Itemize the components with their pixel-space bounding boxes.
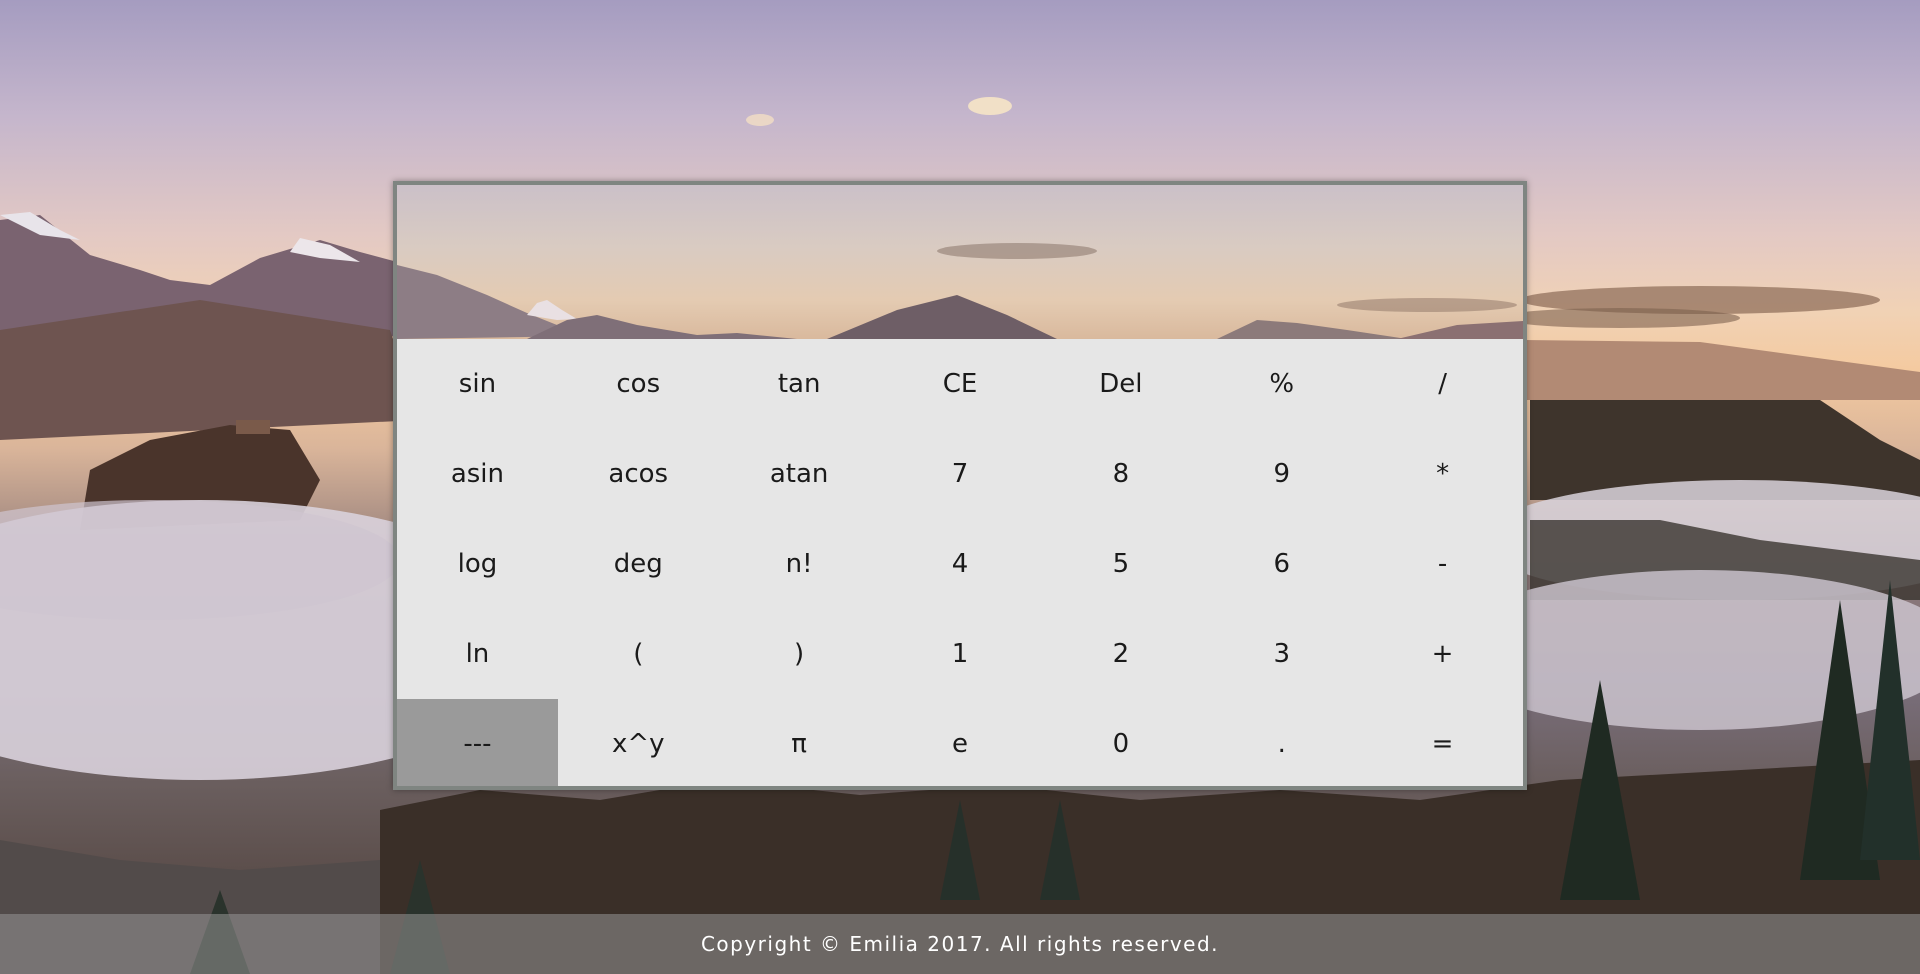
- key-multiply[interactable]: *: [1362, 429, 1523, 519]
- key-sin[interactable]: sin: [397, 339, 558, 429]
- key-delete[interactable]: Del: [1040, 339, 1202, 429]
- key-percent[interactable]: %: [1201, 339, 1363, 429]
- calculator-display: [397, 185, 1523, 339]
- key-6[interactable]: 6: [1201, 519, 1363, 609]
- key-e[interactable]: e: [879, 699, 1041, 786]
- key-2[interactable]: 2: [1040, 609, 1202, 699]
- key-3[interactable]: 3: [1201, 609, 1363, 699]
- key-9[interactable]: 9: [1201, 429, 1363, 519]
- key-0[interactable]: 0: [1040, 699, 1202, 786]
- key-close-paren[interactable]: ): [718, 609, 880, 699]
- key-factorial[interactable]: n!: [718, 519, 880, 609]
- key-tan[interactable]: tan: [718, 339, 880, 429]
- key-minus[interactable]: -: [1362, 519, 1523, 609]
- calculator-panel: sin cos tan CE Del% / asin acos atan 7 8 9 * log deg n!…: [393, 181, 1527, 790]
- key-8[interactable]: 8: [1040, 429, 1202, 519]
- key-ln[interactable]: ln: [397, 609, 558, 699]
- key-pi[interactable]: π: [718, 699, 880, 786]
- key-clear-entry[interactable]: CE: [879, 339, 1041, 429]
- key-cos[interactable]: cos: [557, 339, 719, 429]
- key-7[interactable]: 7: [879, 429, 1041, 519]
- key-divide[interactable]: /: [1362, 339, 1523, 429]
- page-footer: Copyright © Emilia 2017. All rights rese…: [0, 914, 1920, 974]
- key-decimal[interactable]: .: [1201, 699, 1363, 786]
- key-1[interactable]: 1: [879, 609, 1041, 699]
- key-open-paren[interactable]: (: [557, 609, 719, 699]
- key-acos[interactable]: acos: [557, 429, 719, 519]
- calculator-keypad: sin cos tan CE Del% / asin acos atan 7 8 9 * log deg n!…: [397, 339, 1523, 786]
- key-power[interactable]: x^y: [557, 699, 719, 786]
- key-log[interactable]: log: [397, 519, 558, 609]
- key-4[interactable]: 4: [879, 519, 1041, 609]
- key-deg[interactable]: deg: [557, 519, 719, 609]
- display-landscape-illustration: [397, 243, 1523, 339]
- key-asin[interactable]: asin: [397, 429, 558, 519]
- key-5[interactable]: 5: [1040, 519, 1202, 609]
- key-atan[interactable]: atan: [718, 429, 880, 519]
- copyright-text: Copyright © Emilia 2017. All rights rese…: [700, 932, 1220, 956]
- key-toggle-mode[interactable]: ---: [397, 699, 558, 786]
- key-plus[interactable]: +: [1362, 609, 1523, 699]
- key-equals[interactable]: =: [1362, 699, 1523, 786]
